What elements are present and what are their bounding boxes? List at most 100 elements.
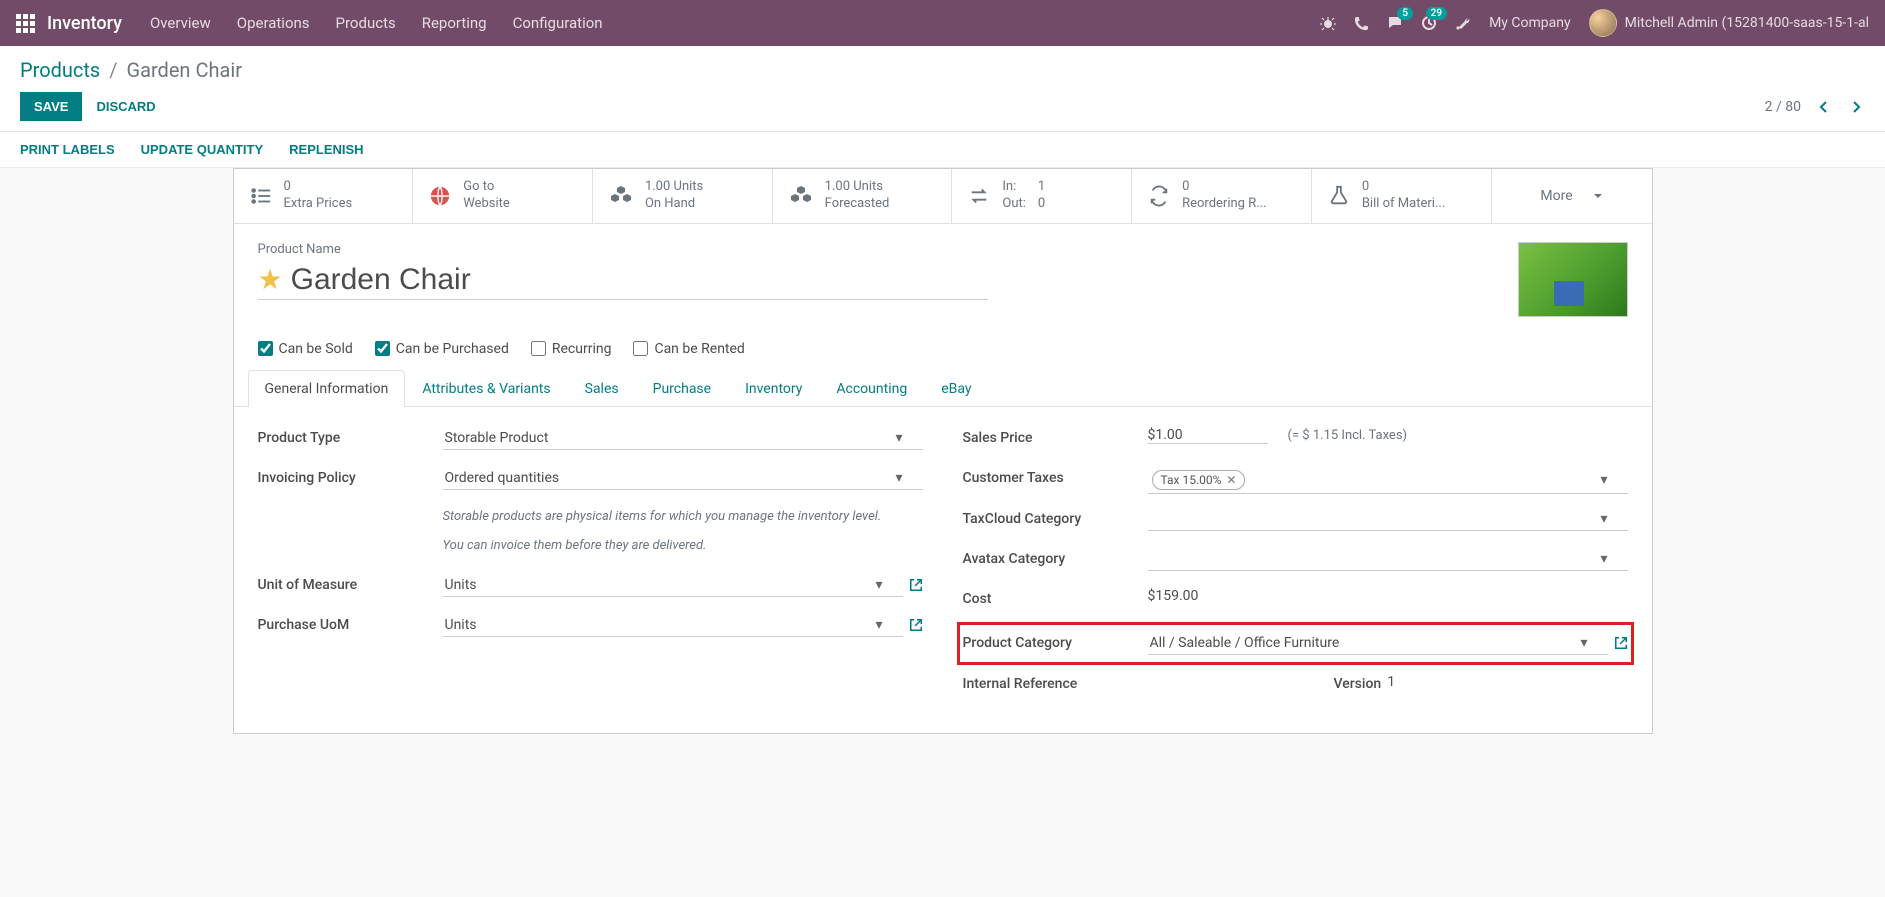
stat-value: 0 <box>1362 179 1445 196</box>
uom-label: Unit of Measure <box>258 574 443 593</box>
stat-value: 0 <box>284 179 353 196</box>
uom-select[interactable]: Units ▾ <box>443 574 903 597</box>
customer-taxes-select[interactable]: Tax 15.00% ✕ ▾ <box>1148 467 1628 494</box>
product-category-row: Product Category All / Saleable / Office… <box>963 628 1628 659</box>
remove-tag-icon[interactable]: ✕ <box>1226 473 1236 487</box>
more-label: More <box>1540 188 1572 204</box>
stat-on-hand[interactable]: 1.00 Units On Hand <box>593 169 773 223</box>
taxcloud-label: TaxCloud Category <box>963 508 1148 527</box>
help-text: You can invoice them before they are del… <box>443 536 707 556</box>
favorite-star-icon[interactable]: ★ <box>258 263 283 296</box>
purchase-uom-label: Purchase UoM <box>258 614 443 633</box>
tab-sales[interactable]: Sales <box>568 370 636 407</box>
tools-icon[interactable] <box>1455 15 1471 31</box>
app-brand[interactable]: Inventory <box>47 13 122 34</box>
pager-next-icon[interactable] <box>1847 100 1865 114</box>
internal-ref-label: Internal Reference <box>963 673 1148 692</box>
stat-label: Extra Prices <box>284 196 353 213</box>
caret-down-icon: ▾ <box>895 430 902 446</box>
recurring-checkbox[interactable]: Recurring <box>531 341 612 357</box>
caret-down-icon: ▾ <box>875 577 882 593</box>
tab-purchase[interactable]: Purchase <box>636 370 728 407</box>
stat-label: Website <box>463 196 510 213</box>
stat-go-website[interactable]: Go to Website <box>413 169 593 223</box>
external-link-icon[interactable] <box>909 578 923 592</box>
can-be-purchased-checkbox[interactable]: Can be Purchased <box>375 341 509 357</box>
stat-label: Go to <box>463 179 510 196</box>
product-type-label: Product Type <box>258 427 443 446</box>
company-selector[interactable]: My Company <box>1489 15 1571 31</box>
product-options: Can be Sold Can be Purchased Recurring C… <box>234 323 1652 369</box>
stat-button-box: 0 Extra Prices Go to Website 1.00 Units … <box>234 169 1652 224</box>
breadcrumb-sep: / <box>109 58 117 82</box>
user-name: Mitchell Admin (15281400-saas-15-1-al <box>1625 15 1869 31</box>
menu-configuration[interactable]: Configuration <box>513 14 603 32</box>
save-button[interactable]: SAVE <box>20 92 82 121</box>
tab-attributes[interactable]: Attributes & Variants <box>405 370 567 407</box>
activity-badge: 29 <box>1426 7 1447 20</box>
print-labels-button[interactable]: PRINT LABELS <box>20 142 115 157</box>
help-text: Storable products are physical items for… <box>443 507 882 527</box>
cost-value[interactable]: $159.00 <box>1148 588 1199 604</box>
product-category-select[interactable]: All / Saleable / Office Furniture ▾ <box>1148 632 1608 655</box>
external-link-icon[interactable] <box>1614 636 1628 650</box>
stat-value: 1.00 Units <box>645 179 703 196</box>
customer-taxes-label: Customer Taxes <box>963 467 1148 486</box>
phone-icon[interactable] <box>1354 16 1369 31</box>
transfer-icon <box>968 185 990 207</box>
messages-icon[interactable]: 5 <box>1387 15 1403 31</box>
cubes-icon <box>609 184 633 208</box>
flask-icon <box>1328 185 1350 207</box>
cost-label: Cost <box>963 588 1148 607</box>
cubes-icon <box>789 184 813 208</box>
tax-tag[interactable]: Tax 15.00% ✕ <box>1152 470 1246 490</box>
form-tabs: General Information Attributes & Variant… <box>234 369 1652 407</box>
product-image[interactable] <box>1518 242 1628 317</box>
update-quantity-button[interactable]: UPDATE QUANTITY <box>141 142 264 157</box>
user-menu[interactable]: Mitchell Admin (15281400-saas-15-1-al <box>1589 9 1869 37</box>
caret-down-icon: ▾ <box>895 470 902 486</box>
activity-icon[interactable]: 29 <box>1421 15 1437 31</box>
bug-icon[interactable] <box>1320 15 1336 31</box>
taxcloud-select[interactable]: ▾ <box>1148 508 1628 531</box>
pager-text: 2 / 80 <box>1765 99 1801 115</box>
avatax-label: Avatax Category <box>963 548 1148 567</box>
left-column: Product Type Storable Product ▾ Invoicin… <box>258 427 923 713</box>
tab-ebay[interactable]: eBay <box>924 370 988 407</box>
menu-reporting[interactable]: Reporting <box>422 14 487 32</box>
invoicing-policy-label: Invoicing Policy <box>258 467 443 486</box>
sales-price-hint: (= $ 1.15 Incl. Taxes) <box>1288 428 1408 443</box>
tab-inventory[interactable]: Inventory <box>728 370 819 407</box>
stat-more[interactable]: More <box>1492 169 1652 223</box>
purchase-uom-select[interactable]: Units ▾ <box>443 614 903 637</box>
product-type-select[interactable]: Storable Product ▾ <box>443 427 923 450</box>
external-link-icon[interactable] <box>909 618 923 632</box>
menu-operations[interactable]: Operations <box>237 14 310 32</box>
breadcrumb-root[interactable]: Products <box>20 58 100 82</box>
stat-reordering[interactable]: 0 Reordering R... <box>1132 169 1312 223</box>
version-value: 1 <box>1387 674 1395 690</box>
tab-accounting[interactable]: Accounting <box>819 370 924 407</box>
caret-down-icon <box>1593 191 1603 201</box>
stat-in-out[interactable]: In: 1 Out: 0 <box>952 169 1132 223</box>
pager-prev-icon[interactable] <box>1815 100 1833 114</box>
caret-down-icon: ▾ <box>1580 635 1587 651</box>
replenish-button[interactable]: REPLENISH <box>289 142 363 157</box>
can-be-sold-checkbox[interactable]: Can be Sold <box>258 341 353 357</box>
stat-bom[interactable]: 0 Bill of Materi... <box>1312 169 1492 223</box>
discard-button[interactable]: DISCARD <box>96 99 155 114</box>
tab-general-info[interactable]: General Information <box>248 370 406 407</box>
apps-icon[interactable] <box>16 14 35 33</box>
avatax-select[interactable]: ▾ <box>1148 548 1628 571</box>
right-column: Sales Price $1.00 (= $ 1.15 Incl. Taxes)… <box>963 427 1628 713</box>
stat-in-value: 1 <box>1038 179 1045 196</box>
stat-forecasted[interactable]: 1.00 Units Forecasted <box>773 169 953 223</box>
product-name-input[interactable] <box>291 261 988 299</box>
stat-extra-prices[interactable]: 0 Extra Prices <box>234 169 414 223</box>
can-be-rented-checkbox[interactable]: Can be Rented <box>633 341 744 357</box>
invoicing-policy-select[interactable]: Ordered quantities ▾ <box>443 467 923 490</box>
menu-products[interactable]: Products <box>336 14 396 32</box>
sales-price-value[interactable]: $1.00 <box>1148 427 1268 444</box>
menu-overview[interactable]: Overview <box>150 14 211 32</box>
caret-down-icon: ▾ <box>1600 472 1607 488</box>
